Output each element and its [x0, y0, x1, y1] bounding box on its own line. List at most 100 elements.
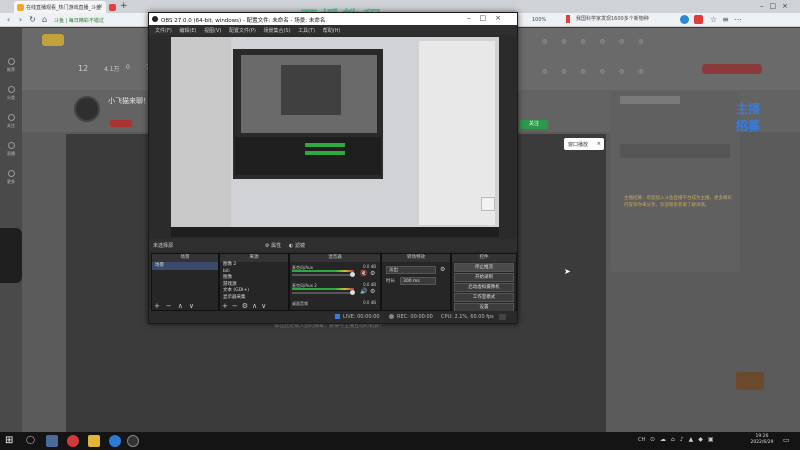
stop-streaming-button[interactable]: 停止推流 [454, 263, 514, 272]
start-icon[interactable]: ⊞ [5, 436, 15, 446]
top-nav-icons[interactable]: ◎◎◎◎◎◎ [542, 38, 732, 48]
volume-slider-handle[interactable] [350, 272, 355, 277]
duration-input[interactable]: 300 ms [400, 277, 436, 285]
properties-button[interactable]: ⚙ 属性 [265, 242, 281, 249]
menu-file[interactable]: 文件(F) [155, 27, 172, 34]
pc-client-button[interactable] [702, 64, 762, 74]
recruit-text: 主播招募：欢迎加入斗鱼直播平台成为主播，更多精彩内容等你来分享，欢迎联系客服了解… [624, 196, 732, 208]
search-icon[interactable]: ◯ [26, 435, 35, 444]
news-ticker[interactable]: 我国科学家发现1600多个新物种 [576, 15, 649, 25]
preview-nested-meter [305, 151, 345, 155]
level-meter [292, 288, 354, 290]
speaker-icon[interactable]: 🔊 [360, 288, 367, 295]
preview-nested-docks [235, 137, 381, 175]
follow-button[interactable]: 关注 [520, 120, 548, 129]
source-controls[interactable]: +−⚙∧∨ [222, 302, 270, 310]
sidebar-item-4[interactable]: 更多 [3, 170, 19, 185]
muted-speaker-icon[interactable]: 🔇 [360, 270, 367, 277]
url-field[interactable]: 斗鱼 | 每日精彩不错过 [54, 15, 154, 25]
float-window-button[interactable]: 窗口播放 × [564, 138, 604, 150]
gear-icon[interactable]: ⚙ [370, 270, 375, 277]
menu-profile[interactable]: 配置文件(P) [229, 27, 256, 34]
duration-label: 时长 [386, 279, 395, 284]
menu-help[interactable]: 帮助(H) [323, 27, 341, 34]
reload-icon[interactable]: ↻ [28, 15, 37, 24]
home-icon[interactable]: ⌂ [40, 15, 49, 24]
menu-view[interactable]: 视图(V) [204, 27, 221, 34]
channel-db: 0.0 dB [363, 264, 376, 269]
corner-game-badge[interactable] [736, 372, 764, 390]
preview-nested-meter [305, 143, 345, 147]
panel-block [620, 144, 730, 158]
source-item[interactable]: 显示器采集 [220, 295, 288, 302]
obs-window-controls[interactable]: –□× [467, 14, 510, 22]
new-tab-button[interactable]: + [120, 1, 128, 11]
forward-icon[interactable]: › [16, 15, 25, 24]
ext-icon[interactable] [680, 15, 689, 24]
panel-header-bar [620, 96, 680, 104]
menu-edit[interactable]: 编辑(E) [179, 27, 196, 34]
obs-preview[interactable] [171, 37, 499, 237]
transition-select[interactable]: 淡出 [386, 266, 436, 274]
mixer-channel-2: 桌面音频 0.0 dB [292, 300, 378, 310]
streamer-name: 小飞猫来聊！ [108, 97, 150, 105]
edge-icon[interactable] [109, 435, 121, 447]
zoom-level[interactable]: 100% [532, 17, 546, 23]
close-icon[interactable]: × [597, 141, 601, 147]
no-source-label: 未选择源 [153, 243, 174, 249]
close-tab-icon[interactable]: × [98, 3, 103, 10]
filters-button[interactable]: ◐ 滤镜 [289, 242, 305, 249]
gear-icon[interactable]: ⚙ [370, 288, 375, 295]
tray-icons[interactable]: ⊙☁⌂♪▲◆▣ [650, 436, 719, 443]
scenes-dock: 场景 场景 +−∧∨ [151, 253, 219, 311]
avatar[interactable] [74, 96, 100, 122]
sidebar-item-1[interactable]: 分类 [3, 86, 19, 101]
preview-taskbar [171, 227, 499, 237]
sidebar-item-2[interactable]: 关注 [3, 114, 19, 129]
tag-badge [110, 120, 132, 127]
mixer-header: 混音器 [290, 254, 380, 262]
task-view-icon[interactable] [46, 435, 58, 447]
preview-left-page [171, 37, 231, 227]
app-icon-red[interactable] [67, 435, 79, 447]
obs-taskbar-icon[interactable] [127, 435, 139, 447]
menu-scene-collection[interactable]: 场景集合(S) [263, 27, 290, 34]
mixer-channel-0: 麦克风/Aux 0.0 dB 🔇 ⚙ [292, 264, 378, 278]
notification-icon[interactable]: ▭ [783, 436, 790, 444]
studio-mode-button[interactable]: 工作室模式 [454, 293, 514, 302]
toolbar-icons[interactable]: ☆≡⋯ [710, 15, 747, 24]
clock-date: 2022/6/29 [750, 440, 774, 445]
tab-label: 在线直播观看_热门游戏直播_斗鱼 [26, 5, 102, 11]
window-controls[interactable]: –□× [760, 2, 794, 10]
scene-item[interactable]: 场景 [152, 262, 218, 270]
windows-taskbar: ⊞ ◯ CH ⊙☁⌂♪▲◆▣ [0, 432, 800, 450]
transitions-dock: 转场特效 淡出 ⚙ 时长 300 ms [381, 253, 451, 311]
transition-settings-icon[interactable]: ⚙ [440, 266, 445, 273]
volume-slider[interactable] [292, 292, 352, 294]
site-logo [42, 34, 64, 46]
virtual-camera-button[interactable]: 启动虚拟摄像机 [454, 283, 514, 292]
sidebar-item-3[interactable]: 直播 [3, 142, 19, 157]
resize-grip-icon [499, 314, 506, 320]
volume-slider[interactable] [292, 274, 352, 276]
preview-nested-canvas [241, 55, 377, 133]
mixer-channel-1: 麦克风/Aux 2 0.0 dB 🔊 ⚙ [292, 282, 378, 296]
sidebar-item-0[interactable]: 推荐 [3, 58, 19, 73]
app-icon-yellow[interactable] [88, 435, 100, 447]
controls-header: 控件 [452, 254, 516, 262]
channel-name: 桌面音频 [292, 301, 308, 306]
input-language[interactable]: CH [638, 437, 645, 443]
mouse-cursor-icon: ➤ [564, 267, 571, 276]
scene-controls[interactable]: +−∧∨ [154, 302, 200, 310]
sidebar-tab[interactable] [0, 228, 22, 283]
ext-icon[interactable] [694, 15, 703, 24]
tab-douyu[interactable]: 在线直播观看_热门游戏直播_斗鱼 × [14, 1, 106, 13]
menu-tools[interactable]: 工具(T) [298, 27, 315, 34]
douyu-favicon-icon [17, 4, 24, 11]
start-recording-button[interactable]: 开始录制 [454, 273, 514, 282]
back-icon[interactable]: ‹ [4, 15, 13, 24]
clock[interactable]: 19:26 2022/6/29 [748, 434, 776, 446]
volume-slider-handle[interactable] [350, 290, 355, 295]
obs-titlebar: OBS 27.0.0 (64-bit, windows) - 配置文件: 未命名… [149, 13, 517, 25]
recruit-badge[interactable]: 主播招募 [736, 100, 766, 133]
